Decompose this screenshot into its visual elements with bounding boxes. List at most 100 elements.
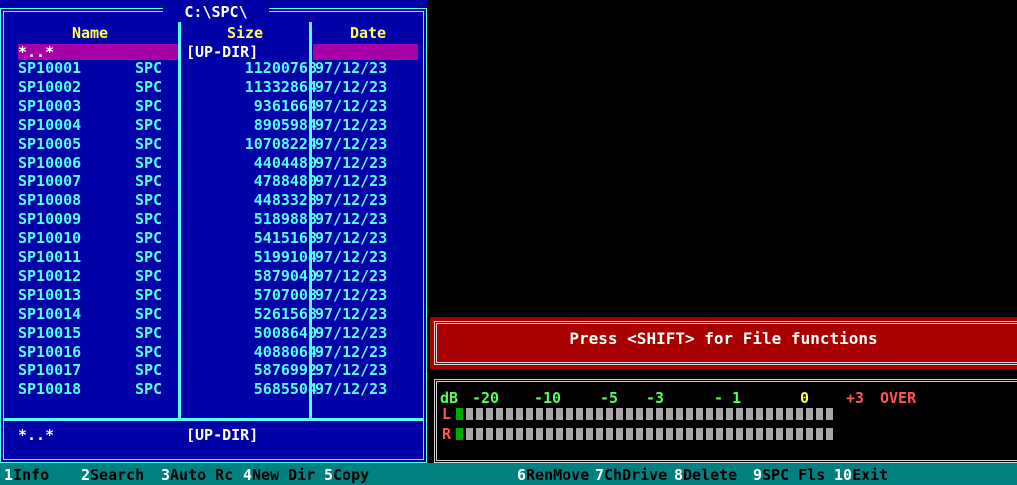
fkey-chdrive[interactable]: 7ChDrive (595, 466, 667, 484)
file-ext: SPC (135, 248, 163, 266)
fkey-copy[interactable]: 5Copy (324, 466, 369, 484)
file-row[interactable]: SP10017 SPC 5876992 97/12/23 (18, 362, 418, 378)
meter-segment (826, 428, 833, 440)
file-name: SP10006 (18, 153, 82, 172)
meter-segment (466, 428, 473, 440)
file-date: 97/12/23 (315, 77, 388, 96)
file-row[interactable]: SP10009 SPC 5189888 97/12/23 (18, 211, 418, 227)
fkey-spc-fls[interactable]: 9SPC Fls (753, 466, 825, 484)
meter-segment (506, 408, 513, 420)
file-row[interactable]: SP10015 SPC 5008640 97/12/23 (18, 325, 418, 341)
file-row[interactable]: SP10007 SPC 4788480 97/12/23 (18, 173, 418, 189)
left-channel-label: L (442, 405, 452, 423)
file-date: 97/12/23 (315, 380, 388, 399)
file-row[interactable]: SP10005 SPC 10708224 97/12/23 (18, 136, 418, 152)
file-row[interactable]: SP10010 SPC 5415168 97/12/23 (18, 230, 418, 246)
file-date: 97/12/23 (315, 59, 388, 77)
file-date: 97/12/23 (315, 323, 388, 342)
meter-segment (796, 408, 803, 420)
file-row[interactable]: SP10004 SPC 8905984 97/12/23 (18, 117, 418, 133)
file-row[interactable]: SP10008 SPC 4483328 97/12/23 (18, 192, 418, 208)
file-ext: SPC (135, 77, 163, 96)
file-date: 97/12/23 (315, 266, 388, 285)
fkey-number: 7 (595, 466, 605, 484)
file-row-updir[interactable]: *..* [UP-DIR] (18, 44, 418, 60)
file-size: 4088064 (253, 342, 317, 361)
meter-segment (746, 428, 753, 440)
file-row[interactable]: SP10013 SPC 5707008 97/12/23 (18, 287, 418, 303)
file-date: 97/12/23 (315, 134, 388, 153)
meter-segment (726, 408, 733, 420)
file-name: SP10009 (18, 210, 82, 229)
fkey-number: 3 (161, 466, 171, 484)
file-date: 97/12/23 (315, 191, 388, 210)
file-size: 4788480 (253, 172, 317, 191)
meter-segment (786, 428, 793, 440)
file-size: 5685504 (253, 380, 317, 399)
column-header-size[interactable]: Size (190, 24, 300, 42)
fkey-label: Search (90, 466, 145, 484)
left-channel-meter (456, 408, 833, 420)
column-header-date[interactable]: Date (318, 24, 418, 42)
meter-segment (556, 408, 563, 420)
file-ext: SPC (135, 191, 163, 210)
file-ext: SPC (135, 323, 163, 342)
file-size: 8905984 (253, 115, 317, 134)
file-ext: SPC (135, 153, 163, 172)
fkey-info[interactable]: 1Info (4, 466, 49, 484)
meter-segment (826, 408, 833, 420)
file-row[interactable]: SP10003 SPC 9361664 97/12/23 (18, 98, 418, 114)
fkey-delete[interactable]: 8Delete (674, 466, 737, 484)
right-channel-label: R (442, 425, 452, 443)
fkey-search[interactable]: 2Search (81, 466, 144, 484)
meter-segment (736, 408, 743, 420)
updir-size: [UP-DIR] (186, 43, 259, 61)
fkey-exit[interactable]: 10Exit (834, 466, 888, 484)
meter-segment (746, 408, 753, 420)
meter-segment (646, 428, 653, 440)
fkey-new-dir[interactable]: 4New Dir (243, 466, 315, 484)
fkey-number: 4 (243, 466, 253, 484)
meter-segment (466, 408, 473, 420)
file-ext: SPC (135, 96, 163, 115)
file-ext: SPC (135, 285, 163, 304)
file-row[interactable]: SP10011 SPC 5199104 97/12/23 (18, 249, 418, 265)
meter-segment (626, 428, 633, 440)
file-row[interactable]: SP10001 SPC 11200768 97/12/23 (18, 60, 418, 76)
meter-segment (536, 428, 543, 440)
meter-segment (676, 428, 683, 440)
meter-segment (606, 408, 613, 420)
meter-segment (726, 428, 733, 440)
file-ext: SPC (135, 172, 163, 191)
meter-segment (576, 408, 583, 420)
db-scale-label: -10 (534, 389, 562, 407)
file-ext: SPC (135, 380, 163, 399)
file-size: 10708224 (244, 134, 317, 153)
meter-segment (486, 408, 493, 420)
file-date: 97/12/23 (315, 210, 388, 229)
file-size: 4404480 (253, 153, 317, 172)
file-row[interactable]: SP10018 SPC 5685504 97/12/23 (18, 381, 418, 397)
file-row[interactable]: SP10006 SPC 4404480 97/12/23 (18, 155, 418, 171)
file-row[interactable]: SP10002 SPC 11332864 97/12/23 (18, 79, 418, 95)
meter-segment (766, 408, 773, 420)
file-size: 11200768 (244, 59, 317, 77)
fkey-number: 5 (324, 466, 334, 484)
fkey-renmove[interactable]: 6RenMove (517, 466, 589, 484)
fkey-auto-rc[interactable]: 3Auto Rc (161, 466, 233, 484)
file-ext: SPC (135, 304, 163, 323)
column-header-name[interactable]: Name (40, 24, 140, 42)
file-row[interactable]: SP10016 SPC 4088064 97/12/23 (18, 344, 418, 360)
file-ext: SPC (135, 134, 163, 153)
db-scale-label: -5 (600, 389, 619, 407)
meter-segment (616, 428, 623, 440)
file-name: SP10010 (18, 229, 82, 248)
file-name: SP10003 (18, 96, 82, 115)
file-row[interactable]: SP10012 SPC 5879040 97/12/23 (18, 268, 418, 284)
db-scale-label: -20 (472, 389, 500, 407)
meter-segment (496, 408, 503, 420)
file-date: 97/12/23 (315, 342, 388, 361)
meter-segment (636, 408, 643, 420)
file-row[interactable]: SP10014 SPC 5261568 97/12/23 (18, 306, 418, 322)
file-size: 5261568 (253, 304, 317, 323)
